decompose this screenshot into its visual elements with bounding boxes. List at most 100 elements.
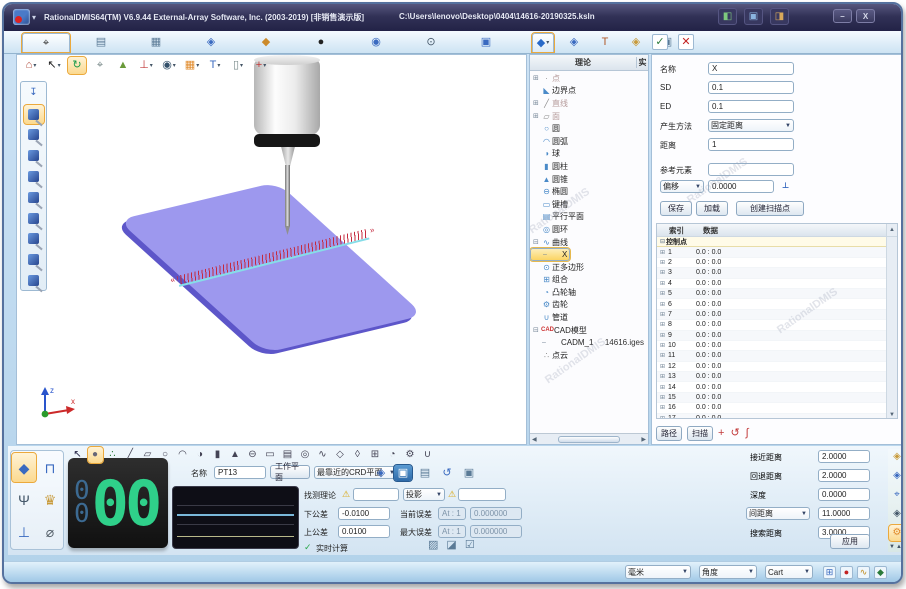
expand-icon[interactable]: ⊟ [533, 238, 541, 246]
normal-icon[interactable]: ⊥ [782, 181, 789, 190]
measure-tool-icon[interactable]: T [206, 57, 224, 74]
tree-item-圆环[interactable]: ◎圆环 [530, 223, 648, 236]
curve-icon[interactable]: ∿ [315, 447, 330, 463]
深度-input[interactable]: 0.0000 [818, 488, 870, 501]
select-cursor-icon[interactable]: ↖ [45, 57, 63, 74]
pick-icon[interactable]: ↖ [70, 447, 85, 463]
alarm-status-icon[interactable]: ● [840, 566, 853, 579]
refresh-icon[interactable]: ↻ [68, 57, 86, 74]
control-point-row[interactable]: ⊞90.0 : 0.0 [657, 331, 886, 341]
tree-item-直线[interactable]: ⊞╱直线 [530, 97, 648, 110]
tree-item-键槽[interactable]: ▭键槽 [530, 198, 648, 211]
control-points-group-row[interactable]: ⊟控制点 [657, 237, 886, 247]
control-point-row[interactable]: ⊞130.0 : 0.0 [657, 372, 886, 382]
combine-icon[interactable]: ⊞ [368, 447, 383, 463]
surface-icon[interactable]: ◇ [333, 447, 348, 463]
expand-icon[interactable]: ⊞ [533, 112, 541, 120]
tree-item-边界点[interactable]: ◣边界点 [530, 85, 648, 98]
control-point-row[interactable]: ⊞100.0 : 0.0 [657, 341, 886, 351]
cad-tab-icon[interactable]: ◆ [242, 33, 290, 52]
tool-mode-icon[interactable]: ♛ [38, 485, 62, 514]
tree-item-曲线[interactable]: ⊟∿曲线 [530, 236, 648, 249]
theory-input[interactable] [353, 488, 399, 501]
probe-dark-icon[interactable]: ◈ [889, 506, 903, 522]
joystick-mode-icon[interactable]: Ψ [12, 485, 36, 514]
cancel-cross-icon[interactable]: ✕ [678, 34, 694, 50]
coord-select[interactable]: Cart▼ [765, 565, 813, 579]
probe-blue-icon[interactable]: ◈ [889, 468, 903, 484]
col-data[interactable]: 数据 [703, 225, 718, 236]
upper-tol-input[interactable]: 0.0100 [338, 525, 390, 538]
tree-item-齿轮[interactable]: ⚙齿轮 [530, 299, 648, 312]
probe-slot-5-icon[interactable] [24, 188, 44, 207]
tree-header-actual[interactable]: 实 [636, 57, 648, 68]
control-point-row[interactable]: ⊞150.0 : 0.0 [657, 393, 886, 403]
expand-icon[interactable]: ⊞ [533, 99, 541, 107]
cam-icon[interactable]: ◔ [385, 447, 400, 463]
offset-input[interactable]: 0.0000 [708, 180, 774, 193]
line-icon[interactable]: ╱ [123, 447, 138, 463]
home-icon[interactable]: ⌂ [22, 57, 40, 74]
app-icon[interactable] [13, 9, 30, 25]
probe-t-icon[interactable]: T [594, 33, 616, 52]
tree-item-点云[interactable]: ∴点云 [530, 349, 648, 362]
feature-name-input[interactable]: PT13 [214, 466, 266, 479]
shield-tab-icon[interactable]: ◉ [352, 33, 400, 52]
apply-button[interactable]: 应用 [830, 534, 870, 549]
projection-select[interactable]: 投影▼ [403, 488, 445, 501]
control-point-row[interactable]: ⊞110.0 : 0.0 [657, 351, 886, 361]
sphere-icon[interactable]: ◑ [193, 447, 208, 463]
tree-item-凸轮轴[interactable]: ◔凸轮轴 [530, 286, 648, 299]
load-button[interactable]: 加载 [696, 201, 728, 216]
workplane-button[interactable]: 工作平面 [270, 465, 310, 479]
probe-slot-8-icon[interactable] [24, 250, 44, 269]
offset-select[interactable]: 偏移▼ [660, 180, 704, 193]
create-scan-points-button[interactable]: 创建扫描点 [736, 201, 804, 216]
spline-icon[interactable]: ∫ [746, 428, 749, 439]
tree-item-CAD模型[interactable]: ⊟CADCAD模型 [530, 324, 648, 337]
cad-model-icon[interactable]: ▲ [114, 57, 132, 74]
realtime-check-icon[interactable]: ✓ [304, 542, 312, 553]
curve-status-icon[interactable]: ∿ [857, 566, 870, 579]
clean-icon[interactable]: ◪ [446, 540, 456, 551]
model-tab-icon[interactable]: ◆ [532, 33, 554, 52]
probe-rack-tab-icon[interactable]: ◈ [187, 33, 235, 52]
method-select[interactable]: 固定距离▼ [708, 119, 794, 132]
magnify-icon[interactable]: ⌖ [889, 487, 903, 503]
tree-item-圆弧[interactable]: ◠圆弧 [530, 135, 648, 148]
probe-gold-icon[interactable]: ◈ [889, 449, 903, 465]
edit-icon[interactable]: ▨ [428, 540, 438, 551]
point-set-icon[interactable]: ∴ [105, 447, 120, 463]
3d-viewport[interactable]: ⌂↖↻⌖▲⊥◉▦T▯+ ↧ z x [16, 54, 527, 445]
close-button[interactable]: X [856, 9, 875, 23]
axes-icon[interactable]: ⊥ [137, 57, 155, 74]
probe-slot-7-icon[interactable] [24, 230, 44, 249]
ed-input[interactable]: 0.1 [708, 100, 794, 113]
回退距离-input[interactable]: 2.0000 [818, 469, 870, 482]
settings-gear-icon[interactable]: ⚙ [889, 525, 903, 541]
path-button[interactable]: 路径 [656, 426, 682, 441]
probe-gold-icon[interactable]: ◈ [625, 33, 647, 52]
间距离-select[interactable]: 间距离▼ [746, 507, 810, 520]
zoom-select-icon[interactable]: ⌖ [91, 57, 109, 74]
strip-arrows[interactable]: ▼▲ [889, 544, 903, 550]
rotate-points-icon[interactable]: ↺ [730, 428, 739, 439]
table-vscrollbar[interactable]: ▼ [886, 237, 897, 418]
save-button[interactable]: 保存 [660, 201, 692, 216]
probe-status-icon[interactable]: ◨ [770, 8, 789, 25]
probe-slot-6-icon[interactable] [24, 209, 44, 228]
tree-item-X[interactable]: –X [530, 248, 570, 261]
probe-view-icon[interactable]: ◈ [372, 465, 390, 481]
gear-icon[interactable]: ⚙ [403, 447, 418, 463]
rotate-view-icon[interactable]: ↺ [438, 465, 456, 481]
eye-icon[interactable]: ◉ [160, 57, 178, 74]
units-select[interactable]: 毫米▼ [625, 565, 691, 579]
fixture-mode-icon[interactable]: ⊓ [38, 453, 62, 482]
axes-status-icon[interactable]: ⊞ [823, 566, 836, 579]
monitor-tab-icon[interactable]: ▣ [462, 33, 510, 52]
minimize-button[interactable]: – [833, 9, 852, 23]
confirm-box-icon[interactable]: ☑ [465, 540, 475, 551]
tree-item-球[interactable]: ◑球 [530, 148, 648, 161]
lower-tol-input[interactable]: -0.0100 [338, 507, 390, 520]
tree-item-椭圆[interactable]: ⊖椭圆 [530, 185, 648, 198]
